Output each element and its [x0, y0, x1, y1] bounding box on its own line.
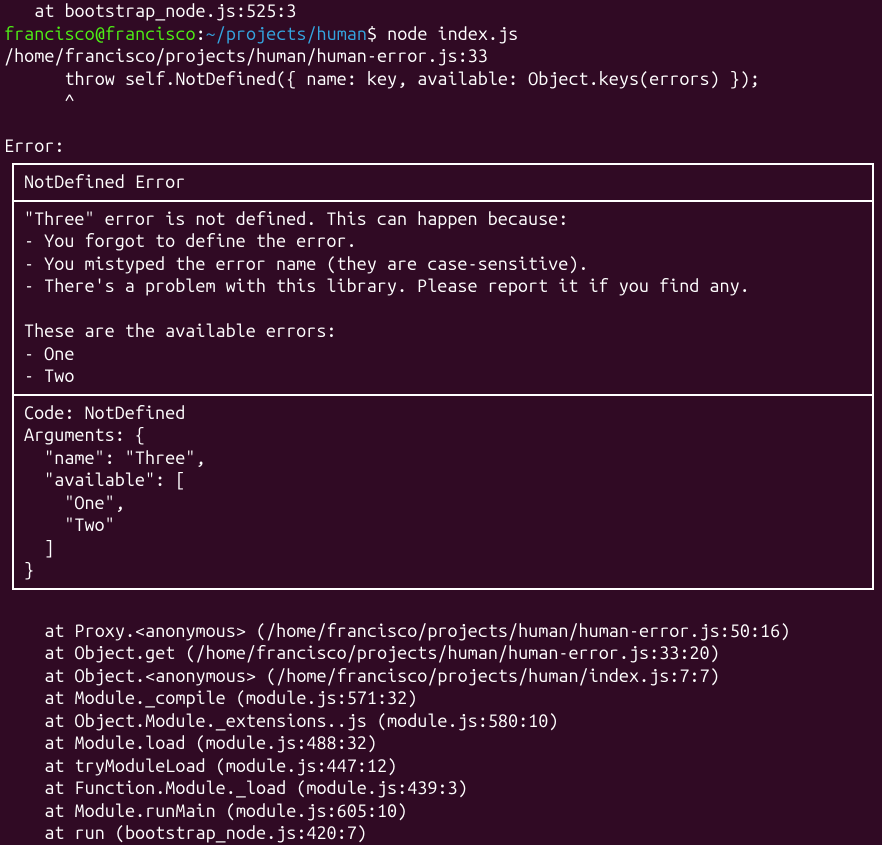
stack-line: at run (bootstrap_node.js:420:7) [0, 822, 882, 845]
prompt-dollar: $ [367, 24, 377, 44]
stack-line: at Function.Module._load (module.js:439:… [0, 777, 882, 800]
prompt-line[interactable]: francisco@francisco:~/projects/human$ no… [0, 23, 882, 46]
previous-output-cutoff: at bootstrap_node.js:525:3 [0, 0, 882, 23]
prompt-user: francisco [4, 24, 95, 44]
error-box-body: "Three" error is not defined. This can h… [14, 200, 872, 394]
prompt-command [377, 24, 387, 44]
spacer [0, 598, 882, 620]
stack-line: at Object.Module._extensions..js (module… [0, 710, 882, 733]
stack-trace: at Proxy.<anonymous> (/home/francisco/pr… [0, 620, 882, 845]
error-box-code: Code: NotDefined Arguments: { "name": "T… [14, 394, 872, 588]
error-box: NotDefined Error "Three" error is not de… [12, 163, 874, 590]
prompt-colon: : [196, 24, 206, 44]
error-throw-line: throw self.NotDefined({ name: key, avail… [0, 68, 882, 91]
error-label: Error: [0, 135, 882, 158]
command-text: node index.js [387, 24, 518, 44]
prompt-separator: @ [95, 24, 105, 44]
error-file-line: /home/francisco/projects/human/human-err… [0, 45, 882, 68]
stack-line: at Module._compile (module.js:571:32) [0, 687, 882, 710]
error-box-title: NotDefined Error [14, 165, 872, 200]
stack-line: at Proxy.<anonymous> (/home/francisco/pr… [0, 620, 882, 643]
stack-line: at Module.load (module.js:488:32) [0, 732, 882, 755]
stack-line: at tryModuleLoad (module.js:447:12) [0, 755, 882, 778]
error-caret-line: ^ [0, 90, 882, 113]
stack-line: at Object.<anonymous> (/home/francisco/p… [0, 665, 882, 688]
stack-line: at Module.runMain (module.js:605:10) [0, 800, 882, 823]
spacer [0, 113, 882, 135]
prompt-path: ~/projects/human [206, 24, 367, 44]
stack-line: at Object.get (/home/francisco/projects/… [0, 642, 882, 665]
prompt-host: francisco [105, 24, 196, 44]
